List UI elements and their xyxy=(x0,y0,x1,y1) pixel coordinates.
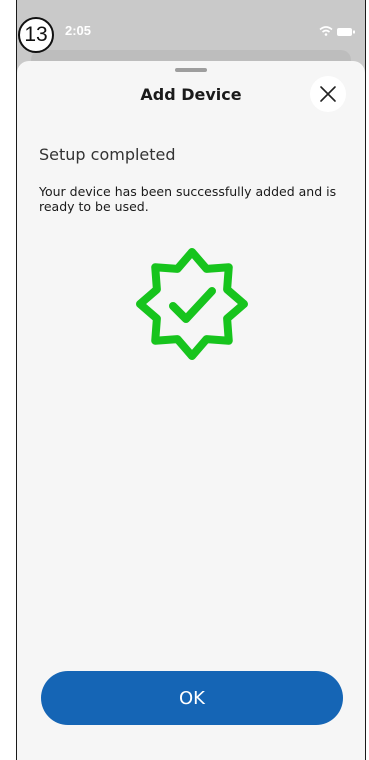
drag-handle[interactable] xyxy=(175,68,207,72)
add-device-sheet: Add Device Setup completed Your device h… xyxy=(17,61,365,760)
status-time: 2:05 xyxy=(65,23,92,38)
verified-badge-check-icon xyxy=(136,248,248,360)
status-bar: 2:05 xyxy=(17,0,365,44)
phone-screen: 2:05 Add Device Setup completed Your dev… xyxy=(16,0,366,760)
close-button[interactable] xyxy=(310,76,346,112)
ok-button[interactable]: OK xyxy=(41,671,343,725)
step-badge: 13 xyxy=(18,17,54,53)
close-icon xyxy=(320,86,336,102)
wifi-icon xyxy=(319,26,333,36)
success-message: Your device has been successfully added … xyxy=(39,184,337,214)
battery-icon xyxy=(337,28,355,36)
setup-completed-heading: Setup completed xyxy=(39,145,176,164)
